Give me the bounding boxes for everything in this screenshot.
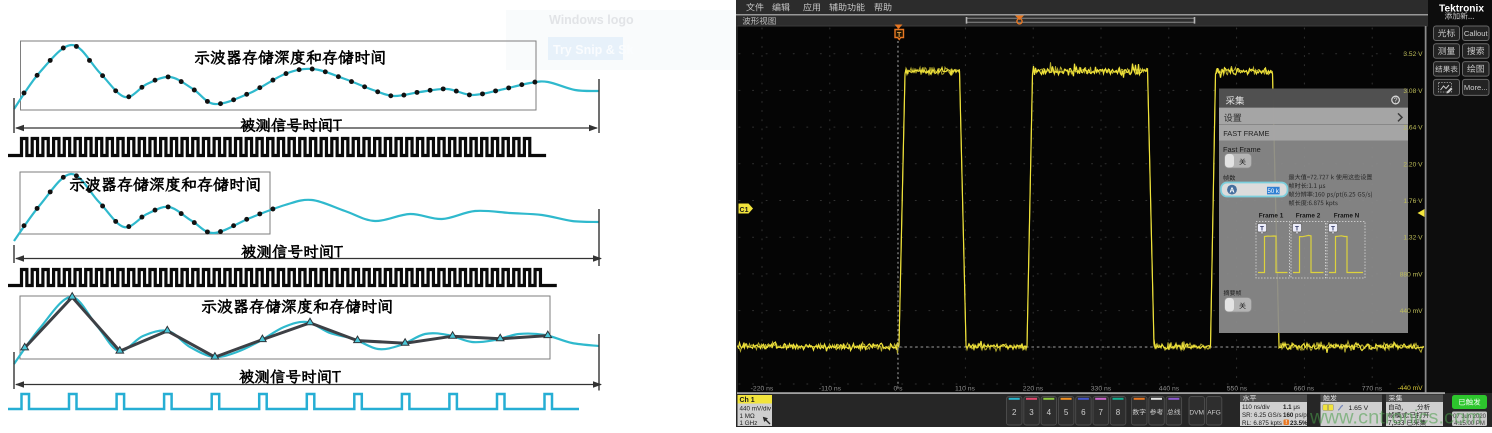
svg-text:440 ns: 440 ns: [1159, 386, 1180, 393]
svg-text:4: 4: [1047, 408, 1052, 417]
svg-text:1.1 μs: 1.1 μs: [1283, 404, 1300, 411]
svg-text:Windows logo: Windows logo: [549, 13, 634, 27]
svg-text:7: 7: [1098, 408, 1103, 417]
svg-text:-220 ns: -220 ns: [751, 386, 774, 393]
svg-text:-110 ns: -110 ns: [819, 386, 842, 393]
svg-text:3.08 V: 3.08 V: [1403, 88, 1423, 95]
svg-text:3.52 V: 3.52 V: [1403, 51, 1423, 58]
svg-text:More...: More...: [1464, 83, 1488, 92]
svg-text:Try Snip & Sk: Try Snip & Sk: [553, 43, 634, 57]
svg-text:FAST FRAME: FAST FRAME: [1223, 129, 1269, 138]
svg-text:110 ns: 110 ns: [955, 386, 976, 393]
svg-text:1 MΩ: 1 MΩ: [740, 413, 755, 420]
svg-text:2: 2: [1012, 408, 1017, 417]
svg-text:6: 6: [1081, 408, 1086, 417]
svg-text:880 mV: 880 mV: [1400, 271, 1423, 278]
svg-text:1.32 V: 1.32 V: [1403, 235, 1423, 242]
svg-text:Callout: Callout: [1464, 29, 1489, 38]
svg-text:Frame 1: Frame 1: [1259, 213, 1284, 220]
svg-text:A: A: [1229, 187, 1234, 194]
svg-text:C1: C1: [740, 207, 749, 214]
svg-text:0 s: 0 s: [893, 386, 903, 393]
svg-text:770 ns: 770 ns: [1362, 386, 1383, 393]
svg-text:SR: 6.25 GS/s: SR: 6.25 GS/s: [1242, 412, 1282, 419]
svg-text:AFG: AFG: [1207, 410, 1221, 417]
svg-text:160 ps/pt: 160 ps/pt: [1283, 412, 1309, 419]
svg-text:T: T: [1260, 225, 1264, 232]
svg-text:330 ns: 330 ns: [1091, 386, 1112, 393]
svg-text:50 k: 50 k: [1268, 189, 1280, 195]
svg-text:DVM: DVM: [1189, 410, 1204, 417]
svg-text:1 GHz: 1 GHz: [740, 420, 758, 427]
svg-text:Frame N: Frame N: [1334, 213, 1360, 220]
svg-text:2.64 V: 2.64 V: [1403, 125, 1423, 132]
svg-text:220 ns: 220 ns: [1023, 386, 1044, 393]
svg-text:440 mV: 440 mV: [1400, 308, 1423, 315]
svg-text:3: 3: [1029, 408, 1034, 417]
svg-text:550 ns: 550 ns: [1227, 386, 1248, 393]
svg-text:2.20 V: 2.20 V: [1403, 161, 1423, 168]
svg-text:-440 mV: -440 mV: [1398, 385, 1424, 392]
svg-text:23.5%: 23.5%: [1290, 420, 1308, 427]
svg-text:1.76 V: 1.76 V: [1403, 198, 1423, 205]
svg-text:Ch 1: Ch 1: [740, 397, 755, 404]
svg-text:440 mV/div: 440 mV/div: [740, 406, 772, 413]
svg-text:T: T: [897, 32, 902, 39]
svg-text:5: 5: [1064, 408, 1069, 417]
svg-text:T: T: [1331, 225, 1335, 232]
svg-text:Fast Frame: Fast Frame: [1223, 145, 1261, 154]
svg-text:Frame 2: Frame 2: [1296, 213, 1321, 220]
svg-text:RL: 6.875 kpts: RL: 6.875 kpts: [1242, 420, 1282, 427]
svg-text:660 ns: 660 ns: [1294, 386, 1315, 393]
svg-text:www.cntronics.com: www.cntronics.com: [1309, 407, 1482, 429]
svg-text:T: T: [1295, 225, 1299, 232]
svg-text:110 ns/div: 110 ns/div: [1242, 404, 1271, 411]
svg-text:8: 8: [1116, 408, 1121, 417]
svg-text:?: ?: [1394, 98, 1398, 105]
